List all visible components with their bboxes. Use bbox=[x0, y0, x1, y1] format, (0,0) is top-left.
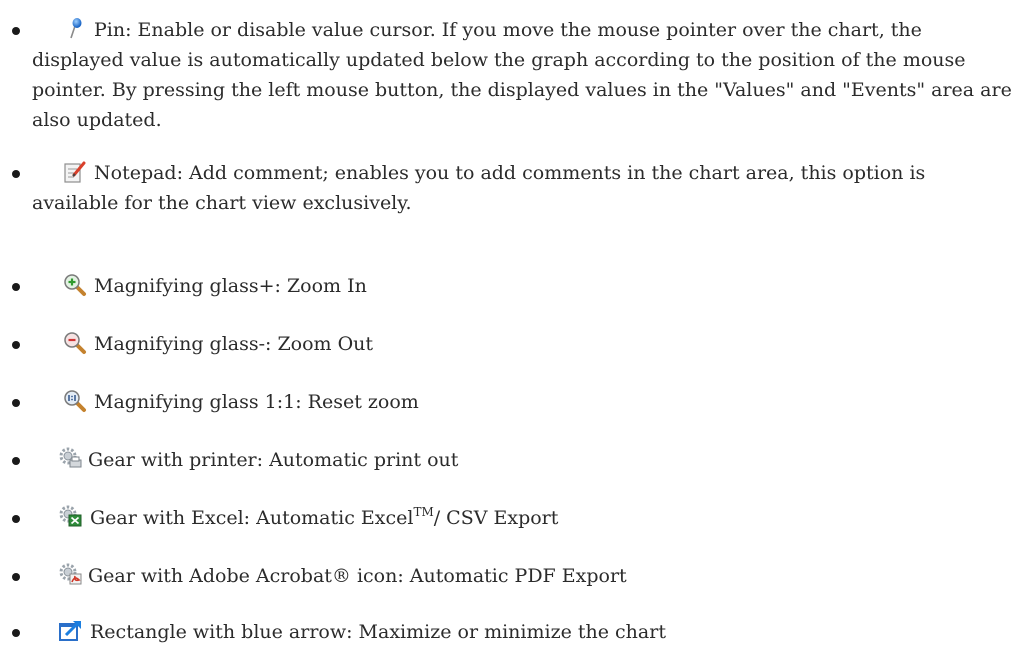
item-text: / CSV Export bbox=[433, 507, 559, 529]
item-text: Pin: Enable or disable value cursor. If … bbox=[32, 19, 1012, 131]
item-text: Magnifying glass-: Zoom Out bbox=[94, 333, 374, 355]
list-item-gear-printer: Gear with printer: Automatic print out bbox=[12, 445, 1017, 475]
bullet bbox=[12, 283, 20, 291]
bullet bbox=[12, 629, 20, 637]
item-text: Notepad: Add comment; enables you to add… bbox=[32, 162, 926, 214]
item-text: Gear with Adobe Acrobat® icon: Automatic… bbox=[88, 565, 627, 587]
list-item-notepad: Notepad: Add comment; enables you to add… bbox=[12, 158, 1017, 218]
bullet bbox=[12, 399, 20, 407]
item-text: Magnifying glass+: Zoom In bbox=[94, 275, 367, 297]
item-text: Gear with printer: Automatic print out bbox=[88, 449, 459, 471]
bullet bbox=[12, 27, 20, 35]
list-item-gear-pdf: Gear with Adobe Acrobat® icon: Automatic… bbox=[12, 561, 1017, 591]
maximize-icon bbox=[58, 619, 84, 643]
item-text: Magnifying glass 1:1: Reset zoom bbox=[94, 391, 419, 413]
bullet bbox=[12, 457, 20, 465]
list-item-zoom-reset: Magnifying glass 1:1: Reset zoom bbox=[12, 387, 1017, 417]
bullet bbox=[12, 573, 20, 581]
bullet bbox=[12, 341, 20, 349]
zoom-reset-icon bbox=[62, 389, 88, 413]
zoom-in-icon bbox=[62, 273, 88, 297]
list-item-gear-excel: Gear with Excel: Automatic ExcelTM/ CSV … bbox=[12, 503, 1017, 533]
list-item-pin: Pin: Enable or disable value cursor. If … bbox=[12, 15, 1017, 135]
pin-icon bbox=[64, 17, 90, 41]
gear-excel-icon bbox=[58, 505, 84, 529]
notepad-icon bbox=[62, 160, 88, 184]
gear-printer-icon bbox=[58, 447, 84, 471]
zoom-out-icon bbox=[62, 331, 88, 355]
gear-pdf-icon bbox=[58, 563, 84, 587]
list-item-zoom-in: Magnifying glass+: Zoom In bbox=[12, 271, 1017, 301]
bullet bbox=[12, 515, 20, 523]
bullet bbox=[12, 170, 20, 178]
item-text: Gear with Excel: Automatic Excel bbox=[90, 507, 414, 529]
item-text: Rectangle with blue arrow: Maximize or m… bbox=[90, 621, 666, 643]
list-item-maximize: Rectangle with blue arrow: Maximize or m… bbox=[12, 617, 1017, 647]
trademark-superscript: TM bbox=[413, 505, 434, 519]
list-item-zoom-out: Magnifying glass-: Zoom Out bbox=[12, 329, 1017, 359]
